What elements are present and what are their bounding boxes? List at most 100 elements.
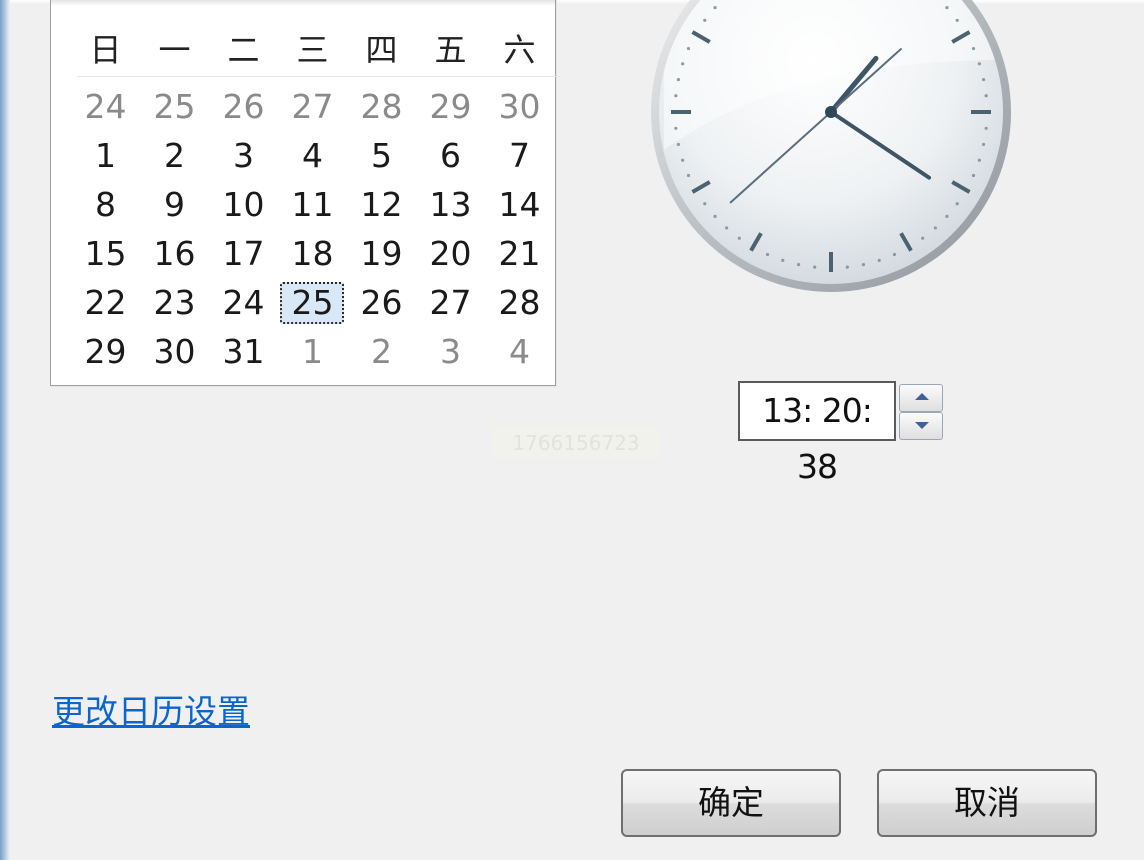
clock-minute-dot	[981, 142, 986, 147]
calendar-day-label: 14	[498, 185, 541, 224]
calendar-day[interactable]: 14	[485, 180, 554, 229]
calendar-day[interactable]: 1	[71, 131, 140, 180]
clock-minute-dot	[971, 173, 976, 178]
calendar-day[interactable]: 29	[416, 82, 485, 131]
calendar-day-label: 10	[222, 185, 265, 224]
calendar-day[interactable]: 24	[71, 82, 140, 131]
calendar-day[interactable]: 3	[416, 327, 485, 376]
weekday-sun: 日	[89, 31, 122, 69]
clock-minute-dot	[981, 77, 986, 82]
calendar-day-label: 24	[84, 87, 127, 126]
watermark: 1766156723	[492, 427, 660, 459]
calendar-day[interactable]: 24	[209, 278, 278, 327]
clock-minute-dot	[977, 158, 981, 162]
clock-minute-dot	[713, 6, 717, 10]
clock-minute-dot	[681, 62, 685, 66]
calendar-day-label: 20	[429, 234, 472, 273]
clock-minute-dot	[955, 202, 959, 206]
calendar-day[interactable]: 26	[209, 82, 278, 131]
calendar-day-label: 13	[429, 185, 472, 224]
calendar-day-label: 3	[233, 136, 254, 175]
calendar-day[interactable]: 22	[71, 278, 140, 327]
calendar-day-label: 2	[164, 136, 185, 175]
calendar-day[interactable]: 27	[416, 278, 485, 327]
calendar-day-label: 31	[222, 332, 265, 371]
calendar-day-label: 16	[153, 234, 196, 273]
calendar-day-label: 11	[291, 185, 334, 224]
time-input[interactable]: 13: 20: 38	[738, 381, 896, 486]
clock-minute-dot	[984, 94, 988, 98]
calendar-day[interactable]: 19	[347, 229, 416, 278]
calendar-day[interactable]: 20	[416, 229, 485, 278]
calendar-day-label: 2	[371, 332, 392, 371]
calendar-day[interactable]: 4	[278, 131, 347, 180]
calendar-day[interactable]: 16	[140, 229, 209, 278]
clock-minute-dot	[737, 236, 741, 240]
clock-minute-dot	[933, 226, 937, 230]
clock-minute-dot	[845, 265, 849, 269]
calendar-day[interactable]: 30	[140, 327, 209, 376]
clock-minute-dot	[977, 62, 981, 66]
clock-minute-dot	[813, 265, 817, 269]
calendar-day-label: 27	[291, 87, 334, 126]
calendar-day[interactable]: 3	[209, 131, 278, 180]
calendar-day-label: 24	[222, 283, 265, 322]
ok-button[interactable]: 确定	[621, 769, 841, 837]
calendar-day[interactable]: 2	[347, 327, 416, 376]
calendar-day[interactable]: 28	[347, 82, 416, 131]
calendar-day[interactable]: 11	[278, 180, 347, 229]
calendar-day[interactable]: 13	[416, 180, 485, 229]
calendar-day[interactable]: 1	[278, 327, 347, 376]
change-calendar-settings-link[interactable]: 更改日历设置	[52, 690, 250, 734]
calendar-day[interactable]: 30	[485, 82, 554, 131]
calendar-day-label: 21	[498, 234, 541, 273]
calendar-day-label: 29	[84, 332, 127, 371]
calendar-day[interactable]: 12	[347, 180, 416, 229]
calendar-day[interactable]: 17	[209, 229, 278, 278]
month-calendar[interactable]: 日 一 二 三 四 五 六 24 25 26 27 28 29 30 1 2 3 4 5 6 7 8 9 10 1…	[50, 0, 561, 386]
cancel-button[interactable]: 取消	[877, 769, 1097, 837]
calendar-day-label: 5	[371, 136, 392, 175]
calendar-day[interactable]: 27	[278, 82, 347, 131]
chevron-up-icon	[915, 393, 929, 400]
calendar-day[interactable]: 15	[71, 229, 140, 278]
calendar-day[interactable]: 5	[347, 131, 416, 180]
calendar-day[interactable]: 8	[71, 180, 140, 229]
clock-minute-dot	[892, 252, 897, 257]
calendar-day[interactable]: 6	[416, 131, 485, 180]
calendar-day[interactable]: 26	[347, 278, 416, 327]
calendar-day-label: 29	[429, 87, 472, 126]
calendar-day-label: 30	[153, 332, 196, 371]
calendar-day[interactable]: 4	[485, 327, 554, 376]
calendar-day-label: 19	[360, 234, 403, 273]
calendar-day[interactable]: 25	[140, 82, 209, 131]
calendar-day[interactable]: 29	[71, 327, 140, 376]
calendar-day-label: 7	[509, 136, 530, 175]
calendar-day[interactable]: 9	[140, 180, 209, 229]
calendar-day[interactable]: 31	[209, 327, 278, 376]
calendar-day[interactable]: 23	[140, 278, 209, 327]
time-spin-down-button[interactable]	[899, 412, 943, 440]
clock-minute-dot	[713, 214, 717, 218]
clock-minute-dot	[921, 236, 925, 240]
weekday-thu: 四	[365, 31, 398, 69]
clock-minute-dot	[984, 126, 988, 130]
calendar-day[interactable]: 2	[140, 131, 209, 180]
clock-minute-dot	[955, 18, 959, 22]
calendar-day[interactable]: 18	[278, 229, 347, 278]
calendar-day[interactable]: 21	[485, 229, 554, 278]
calendar-day[interactable]: 10	[209, 180, 278, 229]
clock-minute-dot	[861, 262, 866, 267]
window-frame-left	[0, 0, 10, 860]
calendar-day-label: 3	[440, 332, 461, 371]
calendar-day[interactable]: 7	[485, 131, 554, 180]
calendar-day-label: 12	[360, 185, 403, 224]
calendar-day[interactable]: 25	[278, 278, 347, 327]
clock-minute-dot	[676, 77, 681, 82]
calendar-day-label: 26	[360, 283, 403, 322]
calendar-day[interactable]: 28	[485, 278, 554, 327]
calendar-day-label: 27	[429, 283, 472, 322]
time-spin-up-button[interactable]	[899, 384, 943, 412]
calendar-header	[51, 0, 555, 6]
calendar-day-label: 6	[440, 136, 461, 175]
